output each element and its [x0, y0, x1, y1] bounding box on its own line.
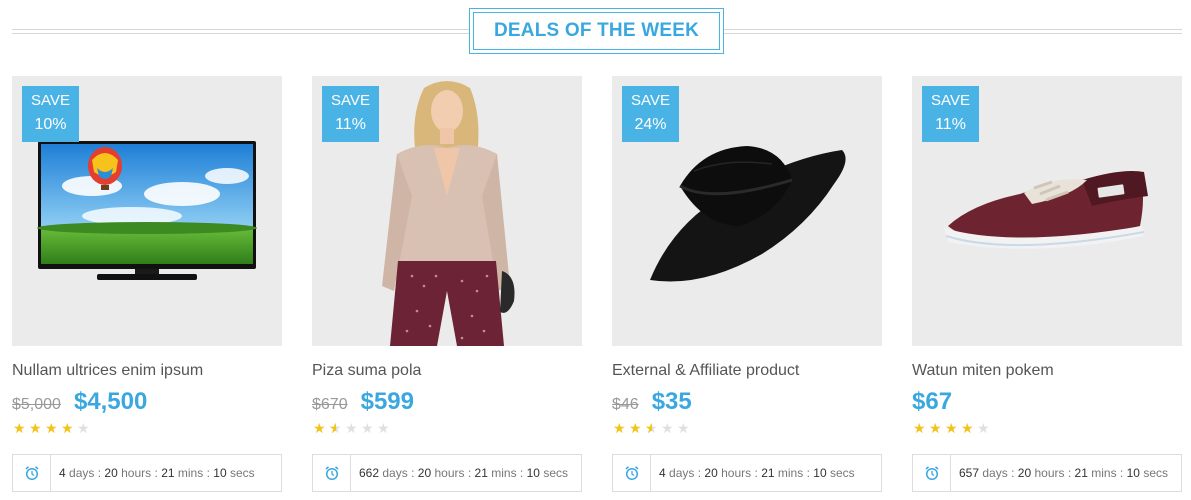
countdown-hours: 20 — [704, 466, 718, 480]
star-rating: ★ ★ ★ ★ ★ — [313, 421, 391, 435]
section-title: DEALS OF THE WEEK — [473, 12, 720, 50]
product-name[interactable]: External & Affiliate product — [612, 362, 799, 380]
countdown-hours: 20 — [417, 466, 432, 480]
product-card: SAVE 10% Nullam ultrices enim ipsum $5,0… — [12, 76, 282, 496]
star-icon: ★ — [929, 420, 942, 436]
save-percent: 11% — [935, 116, 966, 133]
save-badge: SAVE 11% — [922, 86, 979, 142]
save-badge: SAVE 24% — [622, 86, 679, 142]
save-label: SAVE — [31, 92, 70, 109]
countdown-hours: 20 — [1017, 466, 1032, 480]
star-icon: ★ — [645, 421, 659, 435]
save-percent: 24% — [634, 116, 667, 133]
star-rating: ★ ★ ★ ★ ★ — [913, 421, 991, 435]
save-badge: SAVE 11% — [322, 86, 379, 142]
heading-box: DEALS OF THE WEEK — [469, 8, 724, 54]
star-icon: ★ — [313, 420, 326, 436]
product-name[interactable]: Piza suma pola — [312, 362, 421, 380]
deals-grid: SAVE 10% Nullam ultrices enim ipsum $5,0… — [12, 76, 1182, 496]
star-icon: ★ — [61, 420, 74, 436]
save-percent: 10% — [34, 116, 67, 133]
new-price: $4,500 — [73, 388, 148, 415]
star-icon: ★ — [13, 420, 26, 436]
new-price: $67 — [912, 388, 953, 415]
price-row: $5,000 $4,500 — [12, 388, 147, 418]
countdown-secs: 10 — [213, 466, 227, 480]
product-card: SAVE 11% Piza suma pola $670 $599 ★ ★ ★ … — [312, 76, 582, 496]
star-rating: ★ ★ ★ ★ ★ — [13, 421, 91, 435]
countdown-text: 4 days : 20 hours : 21 mins : 10 secs — [659, 466, 855, 480]
product-card: SAVE 24% External & Affiliate product $4… — [612, 76, 882, 496]
star-icon: ★ — [661, 420, 674, 436]
product-name[interactable]: Nullam ultrices enim ipsum — [12, 362, 203, 380]
alarm-clock-icon — [13, 455, 51, 491]
save-percent: 11% — [335, 116, 366, 133]
star-icon: ★ — [613, 420, 626, 436]
countdown-text: 662 days : 20 hours : 21 mins : 10 secs — [359, 466, 568, 480]
countdown-mins: 21 — [1074, 466, 1088, 480]
countdown-days: 662 — [359, 466, 380, 480]
price-row: $670 $599 — [312, 388, 414, 418]
price-row: $67 — [912, 388, 952, 418]
star-icon: ★ — [961, 420, 974, 436]
countdown-mins: 21 — [474, 466, 488, 480]
star-icon: ★ — [29, 420, 42, 436]
star-icon: ★ — [361, 420, 374, 436]
product-thumbnail[interactable]: SAVE 11% — [312, 76, 582, 346]
countdown-days: 4 — [659, 466, 666, 480]
old-price: $5,000 — [12, 396, 61, 413]
alarm-clock-icon — [913, 455, 951, 491]
star-icon: ★ — [345, 420, 358, 436]
countdown-mins: 21 — [161, 466, 175, 480]
alarm-clock-icon — [313, 455, 351, 491]
countdown-mins: 21 — [761, 466, 775, 480]
star-icon: ★ — [945, 420, 958, 436]
countdown-secs: 10 — [813, 466, 827, 480]
deal-countdown: 4 days : 20 hours : 21 mins : 10 secs — [612, 454, 882, 492]
deal-countdown: 4 days : 20 hours : 21 mins : 10 secs — [12, 454, 282, 492]
countdown-secs: 10 — [1126, 466, 1140, 480]
countdown-hours: 20 — [104, 466, 118, 480]
old-price: $670 — [312, 396, 348, 413]
product-name[interactable]: Watun miten pokem — [912, 362, 1054, 380]
countdown-days: 4 — [59, 466, 66, 480]
star-icon: ★ — [913, 420, 926, 436]
product-thumbnail[interactable]: SAVE 11% — [912, 76, 1182, 346]
product-card: SAVE 11% Watun miten pokem $67 ★ ★ ★ ★ ★ — [912, 76, 1182, 496]
star-icon: ★ — [377, 420, 390, 436]
section-heading: DEALS OF THE WEEK — [12, 8, 1182, 54]
new-price: $599 — [360, 388, 414, 415]
star-icon: ★ — [677, 420, 690, 436]
countdown-text: 4 days : 20 hours : 21 mins : 10 secs — [59, 466, 255, 480]
deal-countdown: 662 days : 20 hours : 21 mins : 10 secs — [312, 454, 582, 492]
save-badge: SAVE 10% — [22, 86, 79, 142]
alarm-clock-icon — [613, 455, 651, 491]
save-label: SAVE — [631, 92, 670, 109]
product-thumbnail[interactable]: SAVE 24% — [612, 76, 882, 346]
save-label: SAVE — [331, 92, 370, 109]
old-price: $46 — [612, 396, 639, 413]
star-icon: ★ — [45, 420, 58, 436]
star-icon: ★ — [329, 421, 343, 435]
countdown-secs: 10 — [526, 466, 540, 480]
star-rating: ★ ★ ★ ★ ★ — [613, 421, 691, 435]
star-icon: ★ — [77, 420, 90, 436]
save-label: SAVE — [931, 92, 970, 109]
countdown-days: 657 — [959, 466, 980, 480]
star-icon: ★ — [629, 420, 642, 436]
product-thumbnail[interactable]: SAVE 10% — [12, 76, 282, 346]
new-price: $35 — [651, 388, 692, 415]
deal-countdown: 657 days : 20 hours : 21 mins : 10 secs — [912, 454, 1182, 492]
price-row: $46 $35 — [612, 388, 692, 418]
countdown-text: 657 days : 20 hours : 21 mins : 10 secs — [959, 466, 1168, 480]
star-icon: ★ — [977, 420, 990, 436]
